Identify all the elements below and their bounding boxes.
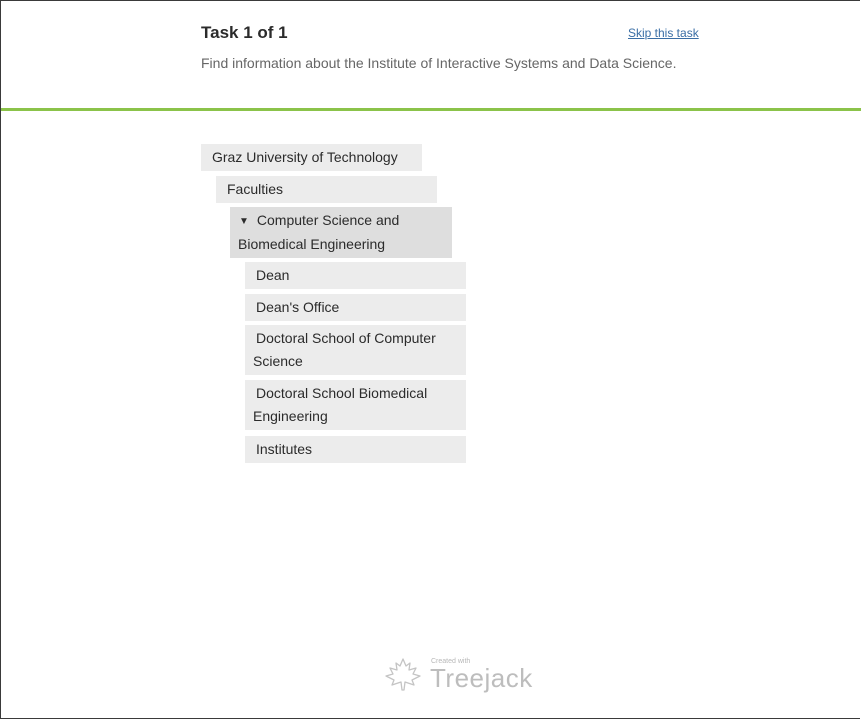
maple-leaf-icon bbox=[385, 658, 421, 691]
caret-down-icon: ▼ bbox=[239, 216, 249, 227]
task-header: Task 1 of 1 Skip this task Find informat… bbox=[1, 1, 861, 111]
tree-node-label: Dean's Office bbox=[256, 299, 340, 315]
tree-node-faculties[interactable]: Faculties bbox=[216, 176, 437, 203]
brand-name: Treejack bbox=[430, 663, 533, 693]
task-instructions: Find information about the Institute of … bbox=[201, 55, 677, 71]
tree-node-doctoral-school-bme[interactable]: Doctoral School Biomedical Engineering bbox=[245, 380, 466, 430]
skip-task-link[interactable]: Skip this task bbox=[628, 26, 699, 40]
tree-node-label: Doctoral School Biomedical Engineering bbox=[253, 385, 428, 424]
tree-node-doctoral-school-cs[interactable]: Doctoral School of Computer Science bbox=[245, 325, 466, 375]
tree-node-label: Institutes bbox=[256, 441, 313, 457]
tree-node-deans-office[interactable]: Dean's Office bbox=[245, 294, 466, 321]
tree-node-label: Computer Science and Biomedical Engineer… bbox=[238, 212, 400, 252]
tree-node-label: Faculties bbox=[227, 181, 284, 197]
tree-node-label: Doctoral School of Computer Science bbox=[253, 330, 436, 369]
tree-node-computer-science[interactable]: ▼ Computer Science and Biomedical Enginee… bbox=[230, 207, 452, 258]
task-title: Task 1 of 1 bbox=[201, 23, 288, 42]
tree-node-institutes[interactable]: Institutes bbox=[245, 436, 466, 463]
treejack-logo: Created with Treejack bbox=[383, 655, 533, 695]
tree-node-label: Graz University of Technology bbox=[212, 149, 398, 165]
tree-node-label: Dean bbox=[256, 267, 290, 283]
tree-node-root[interactable]: Graz University of Technology bbox=[201, 144, 422, 171]
tree-node-dean[interactable]: Dean bbox=[245, 262, 466, 289]
